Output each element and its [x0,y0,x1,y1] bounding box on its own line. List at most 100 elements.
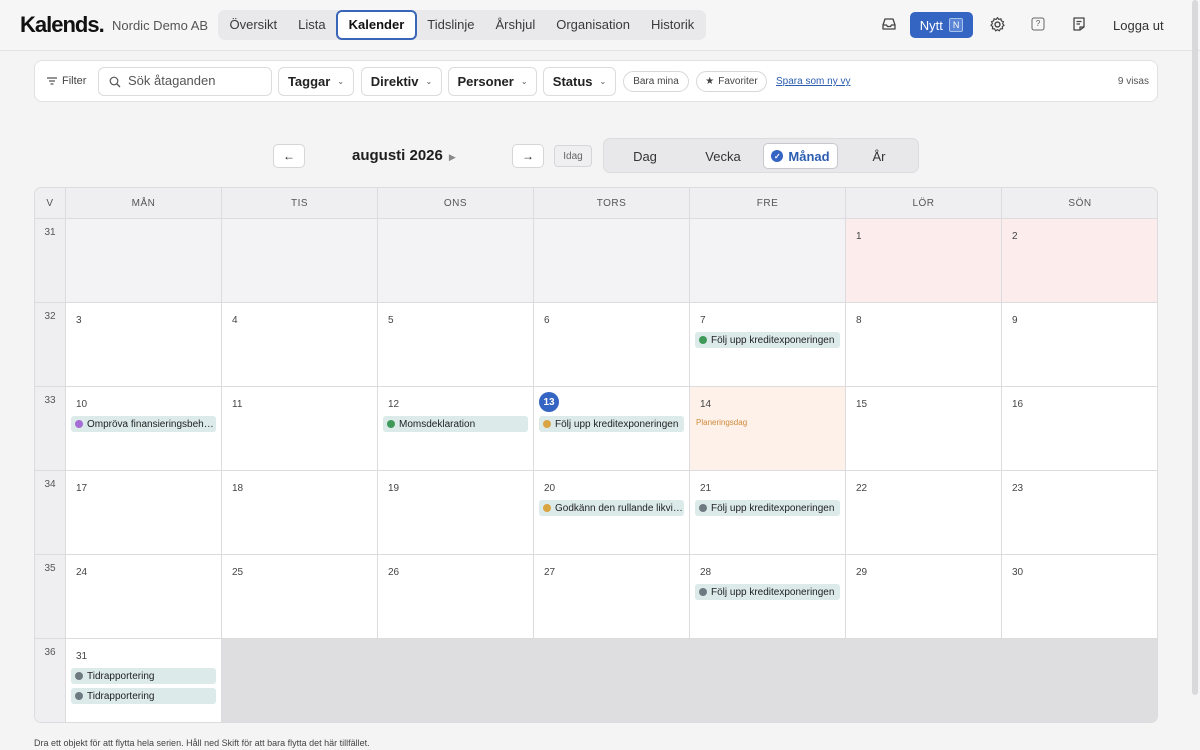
day-cell[interactable]: 22 [846,471,1002,555]
previous-month-button[interactable]: ← [273,144,305,168]
day-cell[interactable] [378,219,534,303]
day-cell[interactable]: 16 [1002,387,1157,471]
day-cell[interactable]: 2 [1002,219,1157,303]
day-cell[interactable]: 14 Planeringsdag [690,387,846,471]
view-month-tab[interactable]: ✓ Månad [763,143,838,169]
nav-tab-2[interactable]: Kalender [336,10,417,40]
notes-icon[interactable] [1071,16,1089,34]
directives-dropdown[interactable]: Direktiv ⌄ [361,67,442,96]
nav-tab-0[interactable]: Översikt [219,10,288,40]
day-cell[interactable]: 21 Följ upp kreditexponeringen [690,471,846,555]
save-view-link[interactable]: Spara som ny vy [776,76,850,87]
nav-tab-4[interactable]: Årshjul [485,10,546,40]
day-number: 23 [1012,483,1024,494]
day-cell[interactable]: 9 [1002,303,1157,387]
day-cell[interactable]: 11 [222,387,378,471]
day-cell[interactable] [534,219,690,303]
app-logo[interactable]: Kalends. [20,12,105,38]
event-title: Följ upp kreditexponeringen [555,418,679,430]
help-icon[interactable]: ? [1031,17,1049,35]
day-number: 27 [544,567,556,578]
day-cell[interactable]: 27 [534,555,690,639]
event-chip[interactable]: Följ upp kreditexponeringen [695,332,840,348]
event-chip[interactable]: Ompröva finansieringsbehovet [71,416,216,432]
event-chip[interactable]: Följ upp kreditexponeringen [695,584,840,600]
nav-tab-1[interactable]: Lista [288,10,336,40]
day-cell[interactable] [66,219,222,303]
day-cell[interactable]: 24 [66,555,222,639]
nav-tab-6[interactable]: Historik [640,10,704,40]
view-year-tab[interactable]: År [842,143,916,169]
week-number: 36 [35,639,66,722]
event-chip[interactable]: Följ upp kreditexponeringen [539,416,684,432]
logout-link[interactable]: Logga ut [1113,18,1164,33]
event-chip[interactable]: Följ upp kreditexponeringen [695,500,840,516]
view-month-label: Månad [788,148,830,164]
gear-icon[interactable] [989,16,1007,34]
day-cell[interactable]: 13 Följ upp kreditexponeringen [534,387,690,471]
persons-dropdown[interactable]: Personer ⌄ [448,67,537,96]
day-number: 18 [232,483,244,494]
day-cell[interactable]: 23 [1002,471,1157,555]
nav-tab-3[interactable]: Tidslinje [417,10,485,40]
empty-day-cell [222,639,378,722]
favorites-toggle[interactable]: ★ Favoriter [696,71,767,92]
day-cell[interactable]: 8 [846,303,1002,387]
event-status-dot [75,672,83,680]
day-cell[interactable]: 19 [378,471,534,555]
day-cell[interactable]: 15 [846,387,1002,471]
nav-tab-5[interactable]: Organisation [546,10,641,40]
day-number: 10 [76,399,88,410]
today-button[interactable]: Idag [554,145,592,167]
month-selector[interactable]: augusti 2026 ▶ [352,147,456,164]
scrollbar[interactable] [1192,0,1198,695]
day-cell[interactable]: 30 [1002,555,1157,639]
check-icon: ✓ [771,150,784,162]
day-cell[interactable]: 4 [222,303,378,387]
filter-icon [47,77,57,85]
day-cell[interactable]: 29 [846,555,1002,639]
filter-bar: Filter Taggar ⌄ Direktiv ⌄ Personer ⌄ Statu… [34,60,1158,102]
day-cell[interactable]: 6 [534,303,690,387]
filter-toggle[interactable]: Filter [47,75,86,87]
day-number: 29 [856,567,868,578]
day-cell[interactable] [690,219,846,303]
day-cell[interactable]: 25 [222,555,378,639]
inbox-icon[interactable] [881,16,899,34]
day-cell[interactable]: 3 [66,303,222,387]
event-chip[interactable]: Momsdeklaration [383,416,528,432]
event-title: Godkänn den rullande likviditetsprognose… [555,502,684,514]
event-status-dot [699,336,707,344]
event-title: Tidrapportering [87,670,155,682]
month-label: augusti 2026 [352,147,443,164]
day-cell[interactable] [222,219,378,303]
day-cell[interactable]: 17 [66,471,222,555]
view-week-tab[interactable]: Vecka [686,143,760,169]
empty-day-cell [846,639,1002,722]
day-cell[interactable]: 10 Ompröva finansieringsbehovet [66,387,222,471]
day-cell[interactable]: 20 Godkänn den rullande likviditetsprogno… [534,471,690,555]
day-cell[interactable]: 18 [222,471,378,555]
only-mine-toggle[interactable]: Bara mina [623,71,689,92]
day-cell[interactable]: 28 Följ upp kreditexponeringen [690,555,846,639]
day-cell[interactable]: 31 Tidrapportering Tidrapportering [66,639,222,722]
day-cell[interactable]: 26 [378,555,534,639]
day-cell[interactable]: 5 [378,303,534,387]
event-status-dot [699,504,707,512]
day-cell[interactable]: 1 [846,219,1002,303]
new-button-label: Nytt [919,17,943,33]
event-chip[interactable]: Tidrapportering [71,688,216,704]
search-box[interactable] [98,67,272,96]
tags-dropdown[interactable]: Taggar ⌄ [278,67,354,96]
search-icon [109,76,121,88]
day-cell[interactable]: 12 Momsdeklaration [378,387,534,471]
day-cell[interactable]: 7 Följ upp kreditexponeringen [690,303,846,387]
search-input[interactable] [128,73,268,88]
new-button[interactable]: Nytt N [910,12,973,38]
status-dropdown[interactable]: Status ⌄ [543,67,616,96]
event-chip[interactable]: Tidrapportering [71,668,216,684]
next-month-button[interactable]: → [512,144,544,168]
event-chip[interactable]: Godkänn den rullande likviditetsprognose… [539,500,684,516]
shortcut-badge: N [948,18,964,32]
view-day-tab[interactable]: Dag [608,143,682,169]
